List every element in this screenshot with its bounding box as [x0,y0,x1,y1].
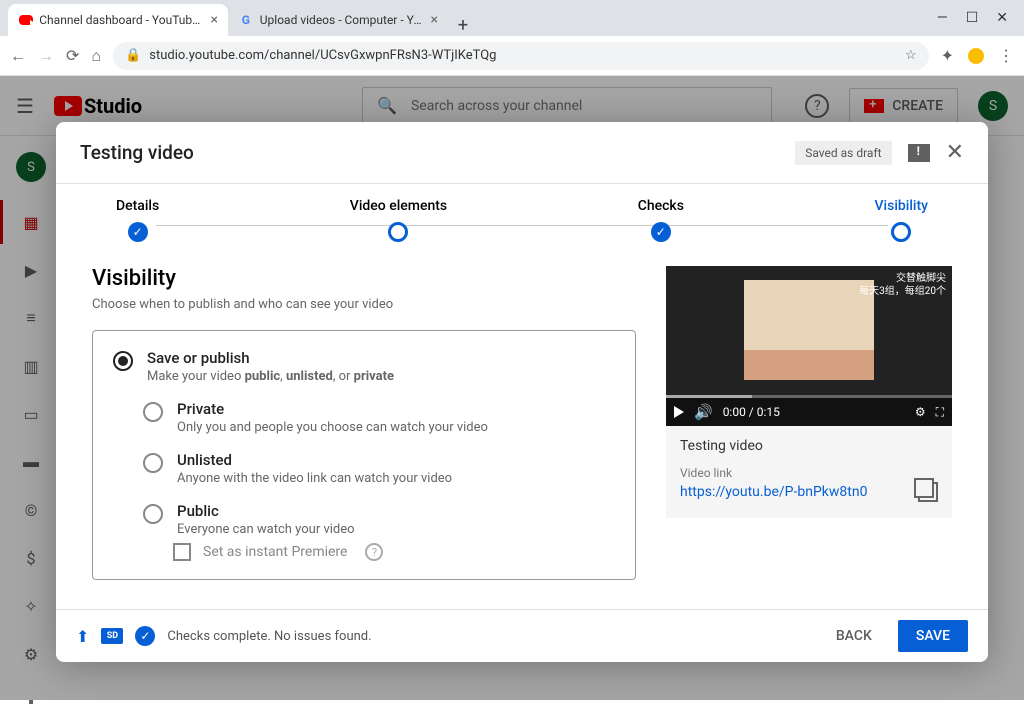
volume-icon[interactable]: 🔊 [694,403,713,421]
upload-complete-icon: ⬆ [76,627,89,646]
copy-link-icon[interactable] [918,482,938,502]
dialog-body: Visibility Choose when to publish and wh… [56,242,988,609]
radio-public[interactable]: Public Everyone can watch your video [143,502,615,537]
tab-title: Channel dashboard - YouTube St [39,13,204,27]
radio-save-or-publish[interactable]: Save or publish Make your video public, … [113,349,615,384]
back-button[interactable]: BACK [820,620,888,652]
tab-title: Upload videos - Computer - You [260,13,425,27]
help-tooltip-icon[interactable]: ? [365,543,383,561]
radio-unselected-icon [143,504,163,524]
preview-video-title: Testing video [680,438,938,454]
save-button[interactable]: SAVE [898,620,968,652]
youtube-favicon [18,12,33,28]
video-link[interactable]: https://youtu.be/P-bnPkw8tn0 [680,484,867,500]
save-publish-desc: Make your video public, unlisted, or pri… [147,369,615,384]
google-favicon: G [238,12,254,28]
maximize-icon[interactable]: ☐ [966,10,979,26]
url-text: studio.youtube.com/channel/UCsvGxwpnFRsN… [149,48,496,63]
step-checks[interactable]: Checks ✓ [638,198,684,242]
dialog-title: Testing video [80,141,194,164]
sd-badge-icon: SD [101,628,123,644]
video-preview[interactable]: 交替触脚尖 每天3组，每组20个 🔊 0:00 / 0:15 ⚙ ⛶ [666,266,952,426]
step-ring-icon [388,222,408,242]
preview-caption: 交替触脚尖 每天3组，每组20个 [859,272,946,298]
check-icon: ✓ [651,222,671,242]
save-or-publish-box: Save or publish Make your video public, … [92,330,636,580]
window-controls: ― ☐ ✕ [937,10,1024,36]
fullscreen-icon[interactable]: ⛶ [936,405,944,420]
check-icon: ✓ [128,222,148,242]
checks-complete-icon: ✓ [135,626,155,646]
reload-icon[interactable]: ⟳ [66,46,79,65]
checkbox-unchecked-icon [173,543,191,561]
home-icon[interactable]: ⌂ [91,46,101,66]
step-video-elements[interactable]: Video elements [350,198,447,242]
tab-close-icon[interactable]: × [211,12,218,28]
radio-unselected-icon [143,453,163,473]
close-dialog-icon[interactable]: ✕ [946,140,964,165]
video-time: 0:00 / 0:15 [723,405,780,419]
lock-icon: 🔒 [125,48,141,63]
checks-status-text: Checks complete. No issues found. [167,629,371,644]
settings-gear-icon[interactable]: ⚙ [915,405,926,419]
step-ring-icon [891,222,911,242]
browser-tab-strip: Channel dashboard - YouTube St × G Uploa… [0,0,1024,36]
dialog-header: Testing video Saved as draft ✕ [56,122,988,184]
extension-badge-icon[interactable] [968,48,984,64]
send-feedback-icon[interactable] [908,144,930,162]
preview-panel: 交替触脚尖 每天3组，每组20个 🔊 0:00 / 0:15 ⚙ ⛶ Testi… [666,266,952,599]
extensions-icon[interactable]: ✦ [941,46,954,65]
dialog-footer: ⬆ SD ✓ Checks complete. No issues found.… [56,609,988,662]
checkbox-instant-premiere[interactable]: Set as instant Premiere ? [143,543,615,561]
browser-tab-active[interactable]: Channel dashboard - YouTube St × [8,4,228,36]
video-link-label: Video link [680,466,938,480]
browser-toolbar: ← → ⟳ ⌂ 🔒 studio.youtube.com/channel/UCs… [0,36,1024,76]
play-icon[interactable] [674,406,684,418]
bookmark-star-icon[interactable]: ☆ [905,48,917,63]
close-window-icon[interactable]: ✕ [996,10,1008,26]
radio-private[interactable]: Private Only you and people you choose c… [143,400,615,435]
back-icon[interactable]: ← [10,46,26,66]
radio-selected-icon [113,351,133,371]
browser-tab-inactive[interactable]: G Upload videos - Computer - You × [228,4,448,36]
visibility-heading: Visibility [92,266,636,291]
visibility-subtitle: Choose when to publish and who can see y… [92,297,636,312]
draft-status-badge: Saved as draft [795,141,891,165]
minimize-icon[interactable]: ― [937,10,948,26]
upload-dialog: Testing video Saved as draft ✕ Details ✓… [56,122,988,662]
step-visibility[interactable]: Visibility [875,198,928,242]
radio-unlisted[interactable]: Unlisted Anyone with the video link can … [143,451,615,486]
tab-close-icon[interactable]: × [431,12,438,28]
address-bar[interactable]: 🔒 studio.youtube.com/channel/UCsvGxwpnFR… [113,42,929,70]
browser-menu-icon[interactable]: ⋮ [998,46,1014,65]
forward-icon[interactable]: → [38,46,54,66]
step-details[interactable]: Details ✓ [116,198,159,242]
radio-unselected-icon [143,402,163,422]
new-tab-button[interactable]: + [448,15,478,36]
upload-stepper: Details ✓ Video elements Checks ✓ Visibi… [56,184,988,242]
